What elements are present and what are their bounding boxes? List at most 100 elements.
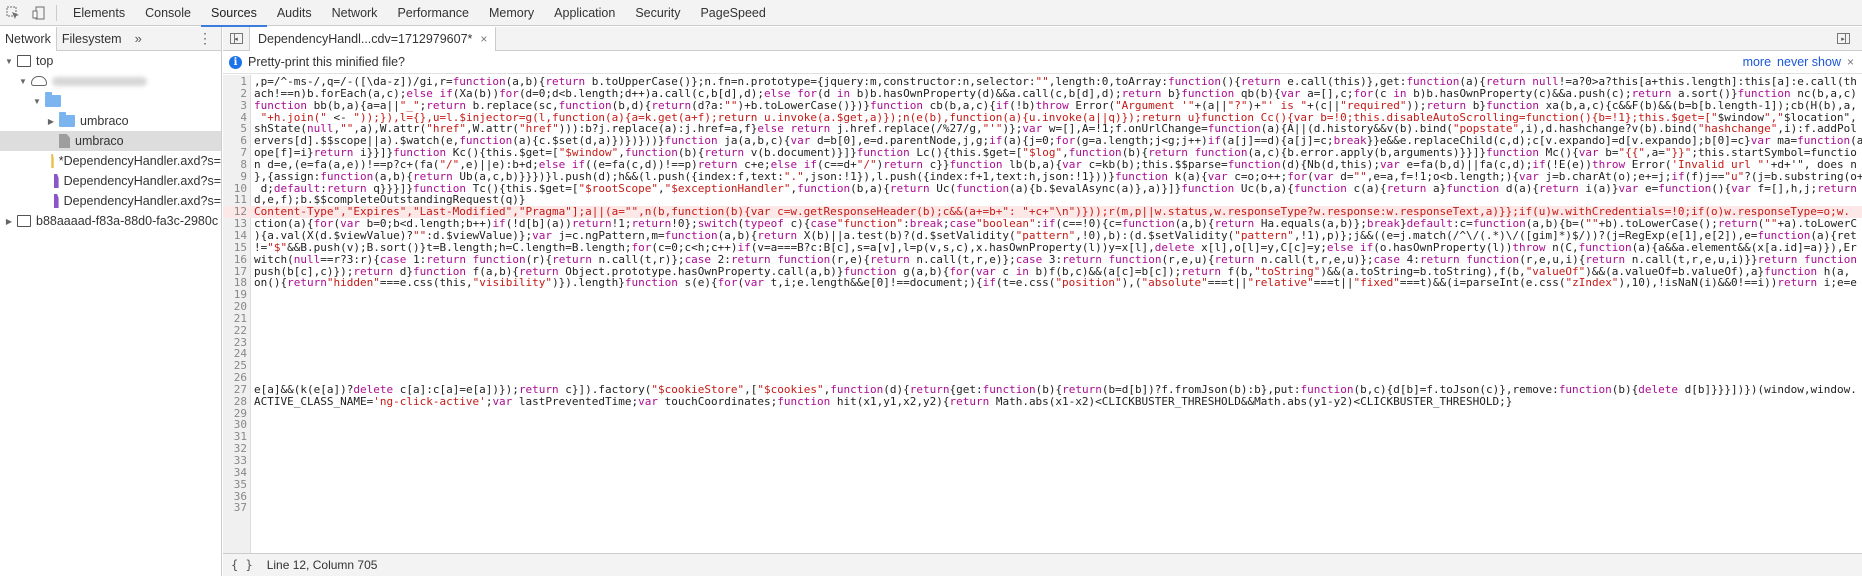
code-editor[interactable]: 1 ,p=/^-ms-/,q=/-([\da-z])/gi,r=function(…: [223, 75, 1862, 553]
pretty-print-icon[interactable]: { }: [231, 558, 253, 572]
tab-filesystem[interactable]: Filesystem: [57, 27, 127, 51]
tree-item[interactable]: umbraco: [0, 131, 221, 151]
tab-pagespeed[interactable]: PageSpeed: [690, 0, 775, 26]
close-tab-icon[interactable]: ×: [480, 32, 487, 46]
tree-item[interactable]: DependencyHandler.axd?s=: [0, 171, 221, 191]
line-number[interactable]: 15: [223, 241, 251, 254]
code-line[interactable]: 24: [223, 348, 1862, 360]
collapsed-arrow-icon[interactable]: ▶: [46, 117, 56, 126]
code-line[interactable]: 16 witch(null==r?3:r){case 1:return funct…: [223, 252, 1862, 266]
line-number[interactable]: 34: [223, 466, 251, 479]
tree-item[interactable]: ▶ b88aaaad-f83a-88d0-fa3c-2980c: [0, 211, 221, 231]
code-line[interactable]: 18 on(){return"hidden"===e.css(this,"visi…: [223, 277, 1862, 289]
tree-item-label: top: [36, 54, 54, 68]
tab-network[interactable]: Network: [0, 26, 57, 51]
toolbar-divider: [56, 4, 57, 21]
redacted-domain: [52, 76, 147, 86]
file-tree: ▼ top ▼ ▼ ▶ umbraco umbraco *DependencyHandler.…: [0, 51, 221, 231]
line-number[interactable]: 27: [223, 384, 251, 396]
close-infobar-icon[interactable]: ×: [1847, 55, 1854, 69]
debugger-toggle-icon: ▸: [1836, 33, 1850, 44]
code-line[interactable]: 8n d=e,(e=fa(a,e))!==p?c+(fa("/",e)||e):…: [223, 157, 1862, 171]
line-number[interactable]: 9: [223, 170, 251, 183]
code-line[interactable]: 20: [223, 301, 1862, 313]
toggle-debugger-button[interactable]: ▸: [1830, 27, 1856, 51]
line-number[interactable]: 8: [223, 159, 251, 171]
line-number[interactable]: 22: [223, 324, 251, 337]
tree-item[interactable]: DependencyHandler.axd?s=: [0, 191, 221, 211]
code-line[interactable]: 35: [223, 478, 1862, 491]
code-line[interactable]: 31: [223, 431, 1862, 443]
expanded-arrow-icon[interactable]: ▼: [4, 57, 14, 66]
tab-security[interactable]: Security: [625, 0, 690, 26]
tab-elements[interactable]: Elements: [63, 0, 135, 26]
tree-item-label: b88aaaad-f83a-88d0-fa3c-2980c: [36, 214, 219, 228]
collapsed-arrow-icon[interactable]: ▶: [4, 217, 14, 226]
folder-icon: [59, 112, 75, 127]
tree-item[interactable]: ▼ top: [0, 51, 221, 71]
expanded-arrow-icon[interactable]: ▼: [18, 77, 28, 86]
file-icon: [51, 154, 54, 168]
editor-tab-label: DependencyHandl...cdv=1712979607*: [258, 31, 473, 46]
code-line[interactable]: 28 ACTIVE_CLASS_NAME='ng-click-active';va…: [223, 395, 1862, 408]
code-text: on(){return"hidden"===e.css(this,"visibi…: [254, 276, 1857, 290]
line-number[interactable]: 16: [223, 253, 251, 266]
tree-item-label: umbraco: [75, 134, 124, 148]
tab-console[interactable]: Console: [135, 0, 201, 26]
code-line[interactable]: 30: [223, 419, 1862, 431]
tab-sources[interactable]: Sources: [200, 0, 267, 27]
line-number[interactable]: 3: [223, 99, 251, 112]
more-tabs-button[interactable]: »: [127, 31, 150, 46]
code-line[interactable]: 29: [223, 407, 1862, 420]
device-toolbar-icon[interactable]: [26, 0, 52, 26]
code-text: witch(null==r?3:r){case 1:return functio…: [254, 252, 1857, 266]
cursor-position: Line 12, Column 705: [266, 558, 378, 572]
more-link[interactable]: more: [1743, 55, 1771, 69]
devtools-tabs: Elements Console Sources Audits Network Perfo…: [63, 0, 776, 27]
code-line[interactable]: 21: [223, 313, 1862, 325]
tab-audits[interactable]: Audits: [267, 0, 322, 26]
tree-item-label: *DependencyHandler.axd?s=: [58, 154, 221, 168]
pretty-print-infobar: i Pretty-print this minified file? more …: [223, 51, 1862, 74]
code-text: n d=e,(e=fa(a,e))!==p?c+(fa("/",e)||e):b…: [254, 157, 1857, 171]
tab-performance[interactable]: Performance: [387, 0, 479, 26]
kebab-menu-icon[interactable]: ⋮: [188, 30, 221, 47]
line-number[interactable]: 28: [223, 395, 251, 408]
code-line[interactable]: 23: [223, 336, 1862, 349]
editor-tab-file[interactable]: DependencyHandl...cdv=1712979607* ×: [249, 26, 497, 51]
tab-application[interactable]: Application: [544, 0, 625, 26]
navigator-panel: Network Filesystem » ⋮ ▼ top ▼ ▼ ▶ umbraco umb…: [0, 26, 222, 576]
tree-item[interactable]: *DependencyHandler.axd?s=: [0, 151, 221, 171]
line-number[interactable]: 21: [223, 313, 251, 325]
tree-item[interactable]: ▶ umbraco: [0, 111, 221, 131]
expanded-arrow-icon[interactable]: ▼: [32, 97, 42, 106]
line-number[interactable]: 35: [223, 478, 251, 491]
folder-icon: [45, 92, 61, 107]
tree-item[interactable]: ▼: [0, 71, 221, 91]
code-line[interactable]: 22: [223, 324, 1862, 337]
code-line[interactable]: 36: [223, 490, 1862, 503]
sidebar-toggle-icon: ◂: [229, 33, 243, 44]
code-line[interactable]: 9},{assign:function(a,b){return Ub(a,c,b…: [223, 170, 1862, 183]
code-line[interactable]: 25: [223, 360, 1862, 372]
status-bar: { } Line 12, Column 705: [223, 553, 1862, 576]
code-line[interactable]: 37: [223, 502, 1862, 514]
tab-network[interactable]: Network: [322, 0, 388, 26]
code-line[interactable]: 32: [223, 443, 1862, 455]
code-line[interactable]: 19: [223, 289, 1862, 301]
toggle-navigator-button[interactable]: ◂: [223, 27, 249, 51]
frame-icon: [17, 55, 31, 67]
file-icon: [53, 194, 59, 208]
line-number[interactable]: 37: [223, 502, 251, 514]
line-number[interactable]: 2: [223, 87, 251, 100]
never-show-link[interactable]: never show: [1777, 55, 1841, 69]
tree-item[interactable]: ▼: [0, 91, 221, 111]
code-line[interactable]: 33: [223, 455, 1862, 467]
inspect-element-icon[interactable]: [0, 0, 26, 26]
navigator-tabs: Network Filesystem » ⋮: [0, 26, 221, 51]
tab-memory[interactable]: Memory: [479, 0, 544, 26]
code-line[interactable]: 34: [223, 466, 1862, 479]
